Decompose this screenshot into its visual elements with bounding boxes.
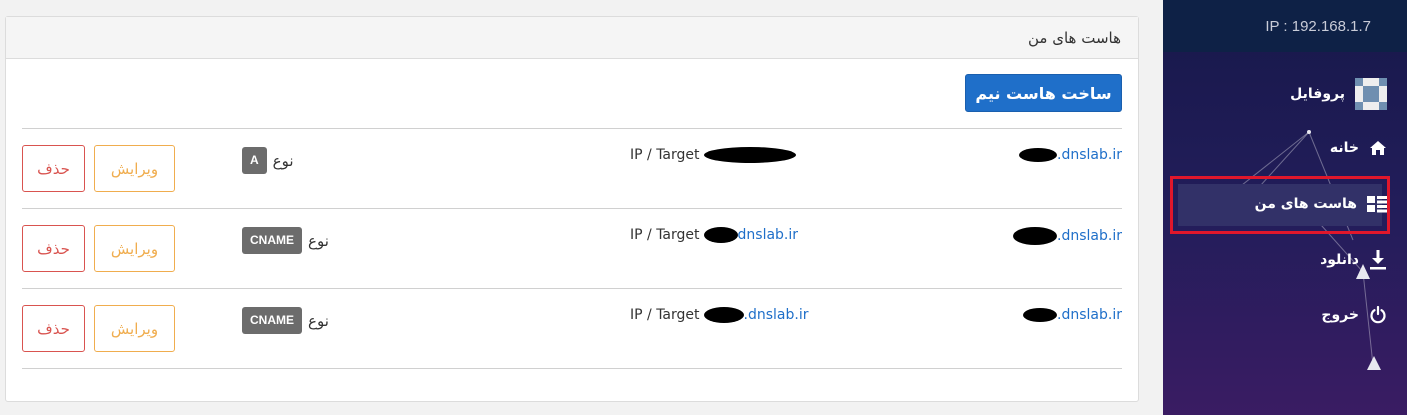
record-host[interactable]: .dnslab.ir [1013,227,1122,245]
record-target: IP / Target [630,147,796,163]
sidebar-item-home[interactable]: خانه [1330,139,1387,157]
sidebar-item-profile[interactable]: پروفایل [1290,78,1387,110]
hosts-panel: هاست های من ساخت هاست نیم .dnslab.ir IP … [5,16,1139,402]
sidebar-item-label: پروفایل [1290,86,1345,102]
redacted-mark [703,147,796,163]
panel-title: هاست های من [1028,28,1121,47]
sidebar-item-logout[interactable]: خروج [1321,306,1387,324]
sidebar-item-label: دانلود [1320,252,1359,268]
target-label: IP / Target [630,227,700,243]
edit-button[interactable]: ویرایش [94,225,175,272]
delete-button[interactable]: حذف [22,305,85,352]
delete-button[interactable]: حذف [22,225,85,272]
record-host-text: .dnslab.ir [1057,307,1122,323]
divider [22,368,1122,369]
download-icon [1370,250,1386,270]
panel-header: هاست های من [6,17,1138,59]
redacted-mark [703,227,738,243]
redacted-mark [1013,227,1058,245]
sidebar-item-my-hosts[interactable]: هاست های من [1255,195,1387,213]
record-target-value[interactable]: dnslab.ir [703,227,798,243]
target-label: IP / Target [630,307,700,323]
record-row: .dnslab.ir IP / Target .dnslab.ir CNAME … [22,288,1122,368]
type-label: نوع [272,151,294,170]
records-list: .dnslab.ir IP / Target A نوع ویرایش حذف … [22,128,1122,369]
avatar-icon [1355,78,1387,110]
record-row: .dnslab.ir IP / Target A نوع ویرایش حذف [22,128,1122,208]
home-icon [1370,141,1386,155]
record-type-badge: A [242,147,267,174]
edit-button[interactable]: ویرایش [94,305,175,352]
record-host[interactable]: .dnslab.ir [1023,307,1122,323]
type-label: نوع [308,311,329,330]
delete-button[interactable]: حذف [22,145,85,192]
record-target: IP / Target dnslab.ir [630,227,798,243]
record-row: .dnslab.ir IP / Target dnslab.ir CNAME ن… [22,208,1122,288]
edit-button[interactable]: ویرایش [94,145,175,192]
record-type-badge: CNAME [242,307,302,334]
redacted-mark [1023,308,1058,322]
record-target-value[interactable]: .dnslab.ir [703,307,808,323]
sidebar: IP : 192.168.1.7 پروفایل خانه هاست های م… [1163,0,1407,415]
record-host-text: .dnslab.ir [1057,228,1122,244]
target-label: IP / Target [630,147,700,163]
power-icon [1370,306,1386,324]
record-type: CNAME نوع [242,227,329,254]
redacted-mark [1019,148,1058,162]
record-host[interactable]: .dnslab.ir [1019,147,1122,163]
redacted-mark [703,307,744,323]
type-label: نوع [308,231,329,250]
sidebar-item-label: خانه [1329,140,1359,156]
record-target-value[interactable] [703,147,796,163]
sidebar-item-download[interactable]: دانلود [1320,250,1387,270]
sidebar-item-label: خروج [1321,307,1359,323]
record-host-text: .dnslab.ir [1057,147,1122,163]
record-type: CNAME نوع [242,307,329,334]
record-type: A نوع [242,147,294,174]
record-type-badge: CNAME [242,227,302,254]
record-target: IP / Target .dnslab.ir [630,307,808,323]
sidebar-item-label: هاست های من [1254,196,1357,212]
list-icon [1367,196,1387,213]
create-host-button[interactable]: ساخت هاست نیم [965,74,1122,112]
